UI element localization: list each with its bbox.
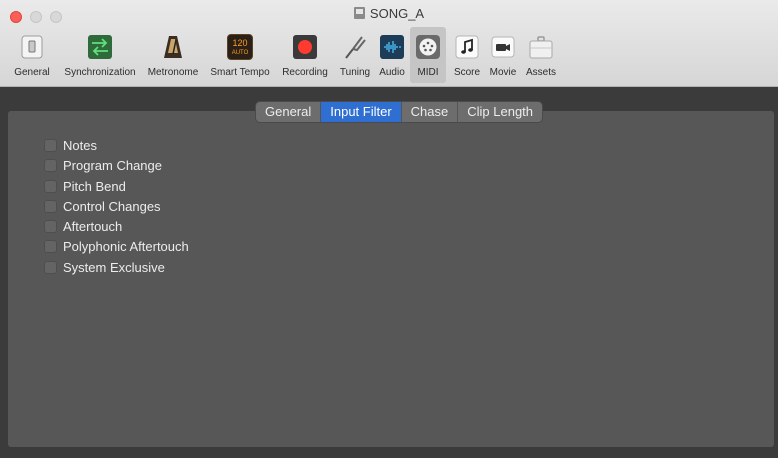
toolbar-score[interactable]: Score: [449, 27, 485, 83]
briefcase-icon: [529, 36, 553, 59]
toolbar-audio[interactable]: Audio: [376, 27, 408, 83]
tab-input-filter[interactable]: Input Filter: [321, 102, 402, 122]
toolbar-movie-label: Movie: [489, 67, 517, 78]
filter-aftertouch-label: Aftertouch: [63, 219, 123, 234]
toolbar-synchronization[interactable]: Synchronization: [58, 27, 142, 83]
filter-program-change-checkbox[interactable]: [44, 159, 57, 172]
toolbar-recording-label: Recording: [282, 67, 328, 78]
metronome-icon: [164, 36, 182, 58]
tab-chase[interactable]: Chase: [402, 102, 459, 122]
record-icon: [293, 35, 317, 59]
toolbar-general[interactable]: General: [10, 27, 54, 83]
filter-pitch-bend-label: Pitch Bend: [63, 179, 126, 194]
midi-icon: [416, 35, 440, 59]
toolbar-general-label: General: [14, 67, 50, 78]
filter-pitch-bend-checkbox[interactable]: [44, 180, 57, 193]
filter-aftertouch-checkbox[interactable]: [44, 220, 57, 233]
window-title: SONG_A: [0, 5, 778, 23]
toolbar-metronome-label: Metronome: [147, 67, 199, 78]
toolbar-smart-tempo-label: Smart Tempo: [210, 67, 270, 78]
switch-icon: [21, 35, 43, 59]
filter-notes-checkbox[interactable]: [44, 139, 57, 152]
document-icon: [353, 7, 365, 19]
toolbar-midi-label: MIDI: [417, 67, 439, 78]
filter-control-changes-checkbox[interactable]: [44, 200, 57, 213]
toolbar-smart-tempo[interactable]: 120 AUTO Smart Tempo: [206, 27, 274, 83]
title-bar: SONG_A General Synchronization Metronome…: [0, 0, 778, 87]
toolbar-tuning-label: Tuning: [339, 67, 371, 78]
toolbar-metronome[interactable]: Metronome: [144, 27, 202, 83]
filter-system-exclusive-checkbox[interactable]: [44, 261, 57, 274]
sync-arrows-icon: [88, 35, 112, 59]
filter-polyphonic-aftertouch-label: Polyphonic Aftertouch: [63, 239, 189, 254]
filter-polyphonic-aftertouch-checkbox[interactable]: [44, 240, 57, 253]
filter-system-exclusive-label: System Exclusive: [63, 260, 165, 275]
filter-control-changes-label: Control Changes: [63, 199, 161, 214]
smart-tempo-icon: 120 AUTO: [227, 34, 253, 60]
toolbar-synchronization-label: Synchronization: [64, 67, 136, 78]
tab-bar: General Input Filter Chase Clip Length: [256, 102, 543, 122]
toolbar-recording[interactable]: Recording: [278, 27, 332, 83]
toolbar-assets[interactable]: Assets: [522, 27, 560, 83]
music-note-icon: [455, 35, 479, 59]
smart-tempo-mode: AUTO: [231, 50, 249, 56]
filter-program-change-label: Program Change: [63, 158, 162, 173]
toolbar-movie[interactable]: Movie: [486, 27, 520, 83]
tab-general[interactable]: General: [256, 102, 322, 122]
window-title-text: SONG_A: [369, 6, 425, 21]
toolbar-tuning[interactable]: Tuning: [336, 27, 374, 83]
smart-tempo-value: 120: [232, 38, 248, 48]
movie-camera-icon: [491, 36, 515, 58]
tuning-fork-icon: [345, 36, 366, 59]
tab-clip-length[interactable]: Clip Length: [458, 102, 542, 122]
toolbar-assets-label: Assets: [525, 67, 556, 78]
toolbar-score-label: Score: [453, 67, 481, 78]
filter-notes-label: Notes: [63, 138, 97, 153]
toolbar-audio-label: Audio: [379, 67, 405, 78]
waveform-icon: [380, 35, 404, 59]
toolbar-midi[interactable]: MIDI: [410, 27, 446, 83]
